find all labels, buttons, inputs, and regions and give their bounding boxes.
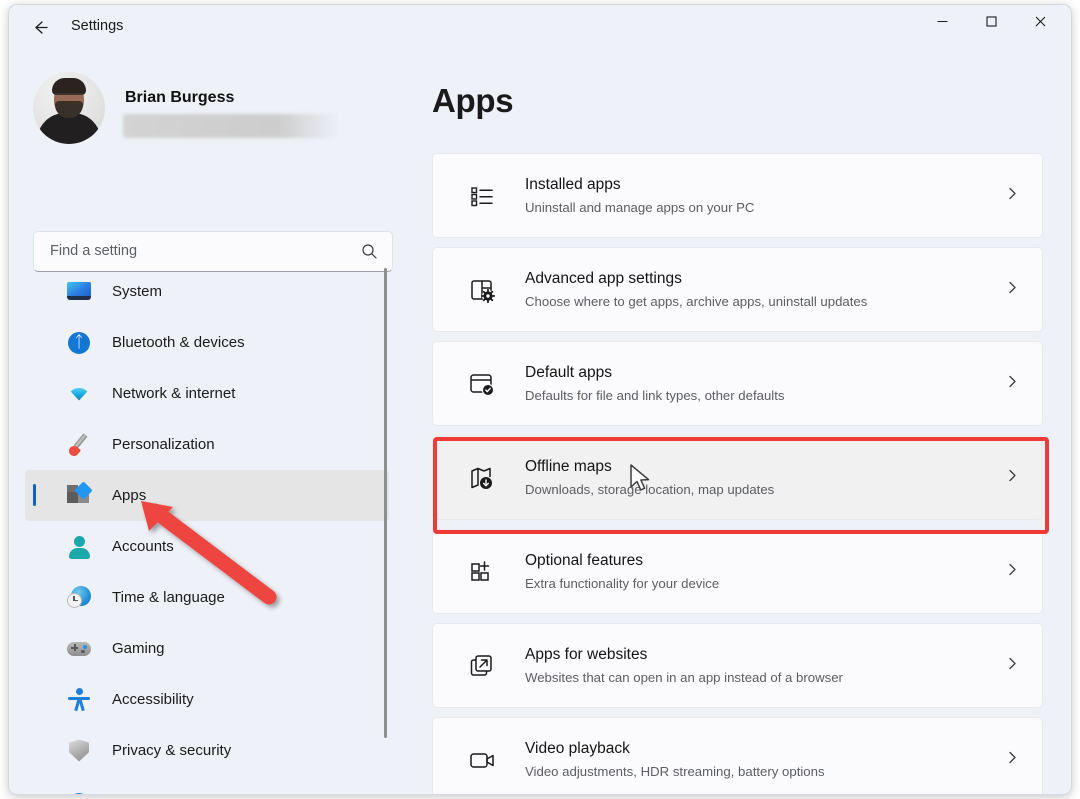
apps-icon xyxy=(66,480,93,509)
sidebar-item-privacy-security[interactable]: Privacy & security xyxy=(25,725,389,776)
card-subtitle: Video adjustments, HDR streaming, batter… xyxy=(525,764,825,779)
chevron-right-icon xyxy=(1005,374,1020,394)
chevron-right-icon xyxy=(1005,186,1020,206)
close-icon xyxy=(1035,16,1045,26)
profile-name: Brian Burgess xyxy=(125,89,235,106)
sidebar-item-label: Accounts xyxy=(112,538,174,555)
minimize-icon xyxy=(937,20,947,22)
sidebar-item-label: Time & language xyxy=(112,589,225,606)
chevron-right-icon xyxy=(1005,280,1020,300)
back-arrow-icon xyxy=(34,20,48,34)
card-subtitle: Websites that can open in an app instead… xyxy=(525,670,843,685)
chevron-right-icon xyxy=(1005,750,1020,770)
chevron-right-icon xyxy=(1005,468,1020,488)
sidebar-item-label: Personalization xyxy=(112,436,215,453)
sidebar-item-accounts[interactable]: Accounts xyxy=(25,521,389,572)
map-download-icon xyxy=(467,463,497,493)
search-placeholder: Find a setting xyxy=(50,243,138,259)
accessibility-icon xyxy=(66,687,92,713)
maximize-button[interactable] xyxy=(968,5,1014,37)
card-optional-features[interactable]: Optional features Extra functionality fo… xyxy=(432,529,1043,614)
card-title: Video playback xyxy=(525,740,630,757)
window-title: Settings xyxy=(71,18,124,34)
sidebar-item-time-language[interactable]: Time & language xyxy=(25,572,389,623)
sidebar-item-gaming[interactable]: Gaming xyxy=(25,623,389,674)
card-offline-maps[interactable]: Offline maps Downloads, storage location… xyxy=(432,435,1043,520)
sidebar-nav: System ᛏ Bluetooth & devices Network & i… xyxy=(9,266,405,794)
chevron-right-icon xyxy=(1005,562,1020,582)
back-button[interactable] xyxy=(23,11,57,43)
globe-clock-icon xyxy=(66,585,92,611)
search-icon xyxy=(361,243,378,265)
avatar xyxy=(33,72,105,144)
gamepad-icon xyxy=(66,636,92,662)
sidebar-item-network-internet[interactable]: Network & internet xyxy=(25,368,389,419)
bluetooth-icon: ᛏ xyxy=(66,330,92,356)
card-installed-apps[interactable]: Installed apps Uninstall and manage apps… xyxy=(432,153,1043,238)
selection-indicator xyxy=(33,484,36,506)
wifi-icon xyxy=(66,381,92,407)
card-subtitle: Downloads, storage location, map updates xyxy=(525,482,775,497)
sidebar-item-label: Gaming xyxy=(112,640,165,657)
sidebar-item-label: System xyxy=(112,283,163,300)
sidebar-item-apps[interactable]: Apps xyxy=(25,470,389,521)
sidebar-item-label: Apps xyxy=(112,487,147,504)
chevron-right-icon xyxy=(1005,656,1020,676)
sidebar-item-accessibility[interactable]: Accessibility xyxy=(25,674,389,725)
sidebar-item-label: Privacy & security xyxy=(112,742,232,759)
close-button[interactable] xyxy=(1017,5,1063,37)
shield-icon xyxy=(66,738,92,764)
minimize-button[interactable] xyxy=(919,5,965,37)
card-advanced-app-settings[interactable]: Advanced app settings Choose where to ge… xyxy=(432,247,1043,332)
card-video-playback[interactable]: Video playback Video adjustments, HDR st… xyxy=(432,717,1043,794)
grid-plus-icon xyxy=(467,557,497,587)
sidebar-item-label: Network & internet xyxy=(112,385,236,402)
card-subtitle: Uninstall and manage apps on your PC xyxy=(525,200,755,215)
card-title: Optional features xyxy=(525,552,644,569)
windows-update-icon xyxy=(66,789,92,794)
card-apps-for-websites[interactable]: Apps for websites Websites that can open… xyxy=(432,623,1043,708)
sidebar-item-label: Accessibility xyxy=(112,691,194,708)
title-bar: Settings xyxy=(9,5,1071,49)
sidebar-item-personalization[interactable]: Personalization xyxy=(25,419,389,470)
main-content: Apps Installed apps Uninstall and manage… xyxy=(405,49,1071,794)
sidebar-item-bluetooth-devices[interactable]: ᛏ Bluetooth & devices xyxy=(25,317,389,368)
user-profile[interactable]: Brian Burgess xyxy=(33,72,373,154)
profile-email-redacted xyxy=(123,114,339,138)
window-gear-icon xyxy=(467,275,497,305)
settings-card-list: Installed apps Uninstall and manage apps… xyxy=(405,153,1071,794)
card-title: Advanced app settings xyxy=(525,270,682,287)
external-link-icon xyxy=(467,651,497,681)
monitor-icon xyxy=(66,279,92,305)
list-icon xyxy=(467,181,497,211)
maximize-icon xyxy=(985,15,997,27)
page-title: Apps xyxy=(432,82,514,119)
settings-window: Settings Brian Burgess Find a setting Sy… xyxy=(8,4,1072,795)
sidebar-item-system[interactable]: System xyxy=(25,266,389,317)
camcorder-icon xyxy=(467,745,497,775)
card-title: Offline maps xyxy=(525,458,612,475)
card-title: Apps for websites xyxy=(525,646,648,663)
paintbrush-icon xyxy=(66,432,92,458)
card-title: Default apps xyxy=(525,364,613,381)
card-subtitle: Defaults for file and link types, other … xyxy=(525,388,785,403)
window-check-icon xyxy=(467,369,497,399)
card-default-apps[interactable]: Default apps Defaults for file and link … xyxy=(432,341,1043,426)
sidebar: Brian Burgess Find a setting System ᛏ Bl… xyxy=(9,49,405,794)
sidebar-item-windows-update[interactable] xyxy=(25,776,389,794)
card-title: Installed apps xyxy=(525,176,621,193)
card-subtitle: Choose where to get apps, archive apps, … xyxy=(525,294,868,309)
card-subtitle: Extra functionality for your device xyxy=(525,576,720,591)
sidebar-item-label: Bluetooth & devices xyxy=(112,334,245,351)
sidebar-scrollbar[interactable] xyxy=(384,268,387,738)
person-icon xyxy=(66,534,92,560)
